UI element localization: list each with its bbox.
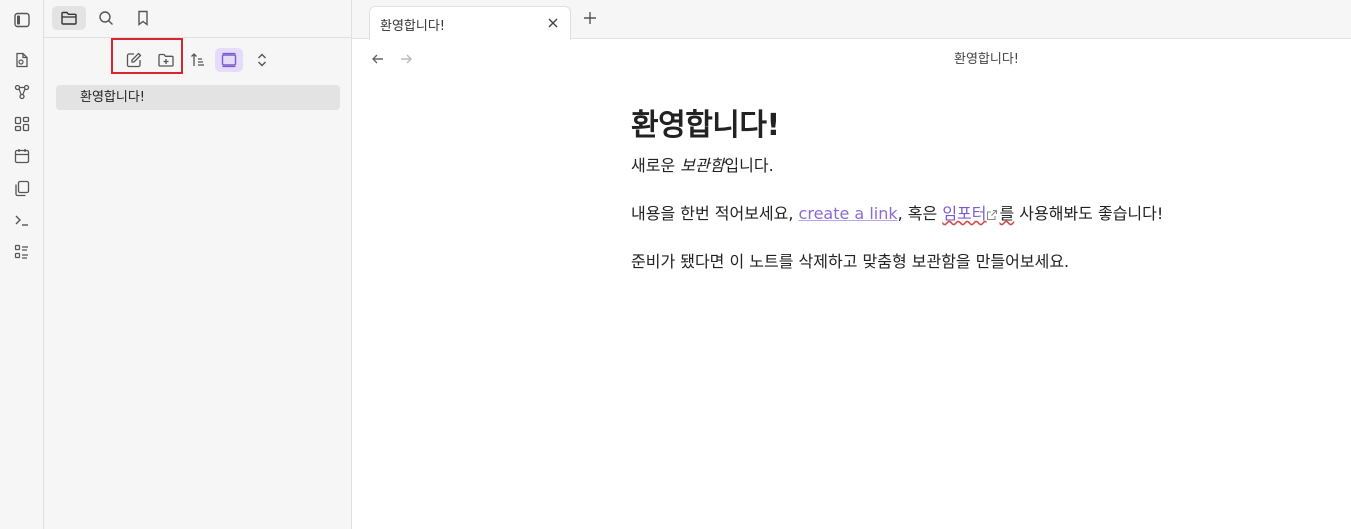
bookmarks-icon[interactable] (126, 6, 160, 30)
collapse-all-icon[interactable] (248, 48, 276, 72)
editor-pane: 환영합니다! 환영합니다! 새로운 보관함입니다. 내용을 한번 적어보세요, … (352, 40, 1351, 529)
sort-icon[interactable] (184, 48, 212, 72)
text-span: 를 (999, 204, 1015, 223)
note-content: 환영합니다! 새로운 보관함입니다. 내용을 한번 적어보세요, create … (631, 108, 1271, 298)
sidebar-toggle-icon[interactable] (10, 8, 34, 32)
search-icon[interactable] (89, 6, 123, 30)
text-span: 내용을 한번 적어보세요, (631, 204, 799, 223)
canvas-icon[interactable] (10, 112, 34, 136)
ribbon (0, 0, 44, 529)
highlight-box (111, 38, 183, 74)
note-paragraph-3: 준비가 됐다면 이 노트를 삭제하고 맞춤형 보관함을 만들어보세요. (631, 252, 1070, 271)
tab-bar: 환영합니다! (352, 0, 1351, 40)
auto-reveal-icon[interactable] (215, 48, 243, 72)
random-note-icon[interactable] (10, 48, 34, 72)
sidebar-tab-header (44, 0, 352, 38)
files-icon[interactable] (52, 6, 86, 30)
text-span: 입니다. (724, 156, 774, 175)
importer-link[interactable]: 임포터 (942, 204, 986, 223)
slides-icon[interactable] (10, 240, 34, 264)
file-explorer-sidebar: 환영합니다! (44, 0, 352, 529)
emphasis-text: 보관함 (680, 156, 725, 175)
create-link[interactable]: create a link (799, 204, 898, 223)
templates-icon[interactable] (10, 176, 34, 200)
tab-title: 환영합니다! (380, 19, 446, 34)
text-span: 사용해봐도 좋습니다! (1014, 204, 1164, 223)
note-paragraph-2: 내용을 한번 적어보세요, create a link, 혹은 임포터 를 사용해… (631, 202, 1271, 226)
external-link-icon (986, 209, 998, 221)
graph-view-icon[interactable] (10, 80, 34, 104)
note-heading: 환영합니다! (631, 108, 780, 143)
text-span: , 혹은 (897, 204, 943, 223)
text-span: 새로운 (631, 156, 681, 175)
note-paragraph-1: 새로운 보관함입니다. (631, 154, 1271, 178)
view-header-title: 환영합니다! (953, 52, 1019, 67)
app-window: 환영합니다! 환영합니다! 환영합니다! 환영합니다! 새로운 보관함입니다. … (0, 0, 1351, 529)
daily-note-icon[interactable] (10, 144, 34, 168)
file-item[interactable]: 환영합니다! (56, 85, 340, 110)
tab-welcome[interactable]: 환영합니다! (369, 6, 571, 40)
close-icon[interactable] (544, 14, 562, 32)
new-tab-icon[interactable] (580, 8, 600, 28)
command-palette-icon[interactable] (10, 208, 34, 232)
